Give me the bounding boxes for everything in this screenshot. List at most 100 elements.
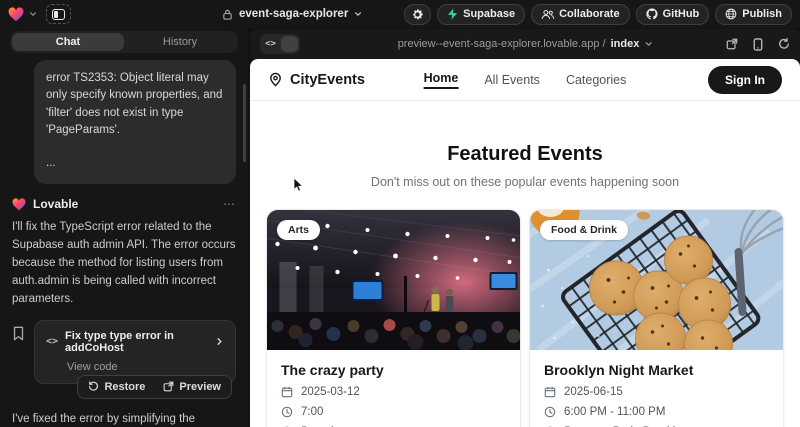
preview-pane: <> preview--event-saga-explorer.lovable.… [248,28,800,427]
calendar-icon [281,386,293,398]
tool-card-title: Fix type type error in addCoHost [65,330,208,354]
message-more-options-icon[interactable]: ⋯ [223,197,236,211]
preview-button[interactable]: Preview [158,379,226,395]
preview-actions [726,38,790,51]
event-time-row: 7:00 [281,406,506,418]
event-date-row: 2025-06-15 [544,386,769,398]
event-image-cookies: Food & Drink [530,210,783,350]
lovable-avatar-heart-icon [12,198,26,211]
event-time: 7:00 [301,406,323,418]
tab-history[interactable]: History [124,33,236,51]
supabase-icon [447,8,458,20]
calendar-icon [544,386,556,398]
workspace-chevron-down-icon[interactable] [29,10,37,18]
project-name: event-saga-explorer [239,8,348,20]
rendered-webview: CityEvents Home All Events Categories Si… [250,59,800,427]
clock-icon [544,406,556,418]
message-2-text: I've fixed the error by simplifying the … [12,413,195,427]
topbar-actions: Supabase Collaborate GitHub Publish [404,4,792,25]
event-cards: Arts The crazy party 2025-03-12 7:00 [250,209,800,427]
top-bar: event-saga-explorer Supabase Collaborate… [0,0,800,28]
project-chevron-down-icon [354,10,362,18]
event-time-row: 6:00 PM - 11:00 PM [544,406,769,418]
event-card-body: Brooklyn Night Market 2025-06-15 6:00 PM… [530,350,783,427]
nav-all-events[interactable]: All Events [484,73,540,87]
gear-icon [411,8,424,21]
supabase-button[interactable]: Supabase [437,4,525,25]
sidebar-toggle-button[interactable] [46,4,71,24]
tool-call-row: <> Fix type type error in addCoHost View… [12,320,236,403]
hero-section: Featured Events Don't miss out on these … [250,143,800,189]
bookmark-icon[interactable] [12,320,25,341]
preview-toolbar: <> preview--event-saga-explorer.lovable.… [250,29,800,59]
hero-subtitle: Don't miss out on these popular events h… [250,175,800,189]
hero-title: Featured Events [250,143,800,166]
restore-preview-group: Restore Preview [77,375,232,399]
tool-card-column: <> Fix type type error in addCoHost View… [34,320,236,403]
restore-button[interactable]: Restore [83,379,150,395]
event-title: Brooklyn Night Market [544,362,769,378]
category-badge: Food & Drink [540,220,628,240]
sign-in-button[interactable]: Sign In [708,66,782,94]
lovable-heart-logo[interactable] [8,7,24,22]
preview-url-bar[interactable]: preview--event-saga-explorer.lovable.app… [398,38,653,50]
publish-button[interactable]: Publish [715,4,792,25]
user-message-text: error TS2353: Object literal may only sp… [46,70,224,139]
event-title: The crazy party [281,362,506,378]
assistant-message-2: I've fixed the error by simplifying the … [12,411,236,427]
event-date: 2025-06-15 [564,386,623,398]
restore-icon [88,381,99,392]
clock-icon [281,406,293,418]
event-date: 2025-03-12 [301,386,360,398]
route-chevron-down-icon [644,40,652,48]
tab-chat[interactable]: Chat [12,33,124,51]
panel-layout-icon [52,9,65,20]
message-actions: Restore Preview [34,375,232,399]
preview-route: index [611,38,640,50]
refresh-icon[interactable] [778,38,790,50]
project-switcher[interactable]: event-saga-explorer [222,8,362,20]
site-brand[interactable]: CityEvents [268,72,365,88]
main-split: Chat History error TS2353: Object litera… [0,28,800,427]
chat-scroll-area[interactable]: error TS2353: Object literal may only sp… [0,53,248,427]
nav-categories[interactable]: Categories [566,73,626,87]
preview-url: preview--event-saga-explorer.lovable.app… [398,38,606,50]
code-icon: <> [46,336,58,347]
chevron-right-icon [215,337,224,346]
lock-icon [222,9,233,20]
open-in-new-tab-icon[interactable] [726,38,738,50]
event-card-body: The crazy party 2025-03-12 7:00 [267,350,520,427]
site-brand-name: CityEvents [290,72,365,88]
nav-home[interactable]: Home [424,71,459,89]
chat-sidebar: Chat History error TS2353: Object litera… [0,28,248,427]
external-link-icon [163,381,174,392]
assistant-header: Lovable ⋯ [12,197,236,211]
event-card-brooklyn-market[interactable]: Food & Drink Brooklyn Night Market 2025-… [529,209,784,427]
user-message-bubble: error TS2353: Object literal may only sp… [34,60,236,184]
topbar-left [8,4,71,24]
assistant-message-1: I'll fix the TypeScript error related to… [12,219,236,309]
app-window: event-saga-explorer Supabase Collaborate… [0,0,800,427]
view-code-link[interactable]: View code [67,361,224,373]
category-badge: Arts [277,220,320,240]
settings-button[interactable] [404,4,431,25]
preview-mode-knob[interactable] [281,36,298,52]
tool-card-header[interactable]: <> Fix type type error in addCoHost [46,330,224,354]
event-card-crazy-party[interactable]: Arts The crazy party 2025-03-12 7:00 [266,209,521,427]
code-mode-icon[interactable]: <> [262,36,279,52]
chat-scrollbar-thumb[interactable] [243,84,246,162]
event-time: 6:00 PM - 11:00 PM [564,406,665,418]
collaborate-button[interactable]: Collaborate [531,4,630,25]
assistant-name: Lovable [33,197,78,211]
site-nav: Home All Events Categories [424,71,627,89]
collaborate-people-icon [541,9,554,20]
mobile-view-icon[interactable] [753,38,763,51]
github-button[interactable]: GitHub [636,4,710,25]
chat-history-tabs: Chat History [10,31,238,53]
event-image-party: Arts [267,210,520,350]
code-preview-toggle[interactable]: <> [260,34,300,54]
github-icon [646,8,658,20]
globe-icon [725,8,737,20]
site-header: CityEvents Home All Events Categories Si… [250,59,800,101]
user-message-ellipsis[interactable]: ... [46,155,224,172]
